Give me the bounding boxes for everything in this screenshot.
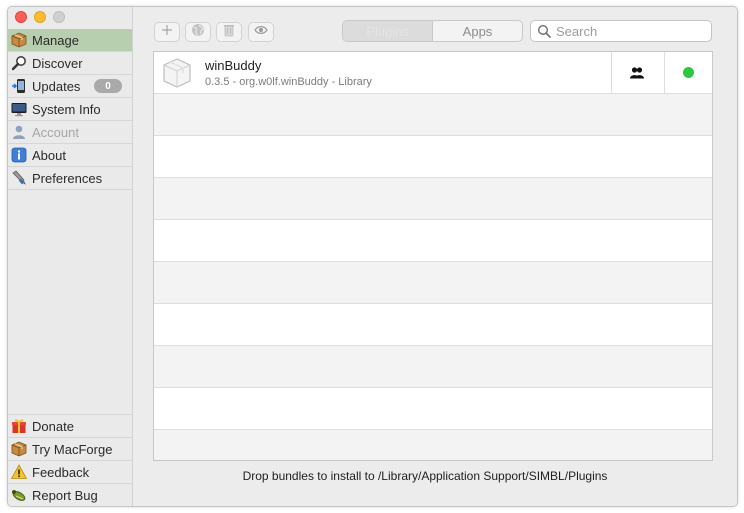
- empty-row: [154, 262, 712, 304]
- trash-icon: [222, 23, 236, 42]
- web-button[interactable]: [185, 22, 211, 42]
- sidebar-item-label: Discover: [32, 55, 83, 71]
- bundle-icon: [161, 57, 193, 89]
- sidebar-item-label: System Info: [32, 101, 101, 117]
- search-field: [530, 20, 712, 42]
- empty-row: [154, 388, 712, 430]
- zoom-button[interactable]: [53, 11, 65, 23]
- sidebar-item-label: Report Bug: [32, 487, 98, 503]
- empty-row: [154, 220, 712, 262]
- trash-button[interactable]: [216, 22, 242, 42]
- tools-icon: [11, 170, 27, 186]
- updates-count-badge: 0: [94, 79, 122, 93]
- column-divider: [664, 52, 665, 93]
- sidebar-item-label: Updates: [32, 78, 81, 94]
- sidebar-item-manage[interactable]: Manage: [8, 29, 132, 52]
- sidebar-item-about[interactable]: About: [8, 144, 132, 167]
- empty-row: [154, 304, 712, 346]
- plugin-name: winBuddy: [205, 58, 262, 73]
- sidebar-item-feedback[interactable]: Feedback: [8, 461, 132, 484]
- tab-plugins[interactable]: Plugins: [343, 21, 433, 41]
- sidebar-item-system-info[interactable]: System Info: [8, 98, 132, 121]
- sidebar-item-label: Feedback: [32, 464, 90, 480]
- show-button[interactable]: [248, 22, 274, 42]
- add-icon: [160, 23, 174, 42]
- sidebar-item-label: Account: [32, 124, 79, 140]
- globe-icon: [191, 23, 205, 42]
- tab-apps[interactable]: Apps: [433, 21, 522, 41]
- enabled-status-indicator[interactable]: [683, 67, 694, 78]
- window-controls: [15, 11, 65, 23]
- sidebar-item-preferences[interactable]: Preferences: [8, 167, 132, 190]
- app-window: Manage Discover Updates 0 System Info Ac…: [7, 6, 738, 507]
- sidebar-item-donate[interactable]: Donate: [8, 414, 132, 438]
- minimize-button[interactable]: [34, 11, 46, 23]
- sidebar-item-try-macforge[interactable]: Try MacForge: [8, 438, 132, 461]
- empty-row: [154, 178, 712, 220]
- warning-icon: [11, 464, 27, 480]
- box-icon: [11, 441, 27, 457]
- plugin-list: winBuddy 0.3.5 - org.w0lf.winBuddy - Lib…: [153, 51, 713, 461]
- empty-row: [154, 346, 712, 388]
- box-icon: [11, 32, 27, 48]
- empty-row: [154, 94, 712, 136]
- magnifier-icon: [11, 55, 27, 71]
- sidebar-item-label: Manage: [32, 32, 79, 48]
- sidebar-item-account[interactable]: Account: [8, 121, 132, 144]
- search-input[interactable]: [556, 23, 696, 39]
- sidebar-bottom-nav: Donate Try MacForge Feedback Report Bug: [8, 414, 132, 506]
- sidebar-item-updates[interactable]: Updates 0: [8, 75, 132, 98]
- gift-icon: [11, 418, 27, 434]
- column-divider: [611, 52, 612, 93]
- plugin-detail: 0.3.5 - org.w0lf.winBuddy - Library: [205, 76, 372, 88]
- person-icon: [11, 124, 27, 140]
- bug-icon: [11, 487, 27, 503]
- sidebar-item-discover[interactable]: Discover: [8, 52, 132, 75]
- sidebar-item-label: Donate: [32, 418, 74, 434]
- sidebar-item-label: Preferences: [32, 170, 103, 186]
- empty-row: [154, 136, 712, 178]
- eye-icon: [254, 23, 268, 42]
- monitor-icon: [11, 101, 27, 117]
- search-icon: [537, 24, 551, 38]
- drop-instructions: Drop bundles to install to /Library/Appl…: [242, 469, 608, 483]
- close-button[interactable]: [15, 11, 27, 23]
- empty-row: [154, 430, 712, 460]
- main-content: Plugins Apps winBuddy 0.3.5 - org.w0lf.w…: [133, 7, 737, 506]
- sidebar-item-label: Try MacForge: [32, 441, 113, 457]
- plugin-row[interactable]: winBuddy 0.3.5 - org.w0lf.winBuddy - Lib…: [154, 52, 712, 94]
- sidebar: Manage Discover Updates 0 System Info Ac…: [8, 7, 133, 506]
- sidebar-item-label: About: [32, 147, 66, 163]
- update-icon: [11, 78, 27, 94]
- add-button[interactable]: [154, 22, 180, 42]
- plugins-apps-segmented-control: Plugins Apps: [342, 20, 523, 42]
- sidebar-nav: Manage Discover Updates 0 System Info Ac…: [8, 29, 132, 190]
- info-icon: [11, 147, 27, 163]
- sidebar-item-report-bug[interactable]: Report Bug: [8, 484, 132, 506]
- users-icon[interactable]: [629, 66, 645, 80]
